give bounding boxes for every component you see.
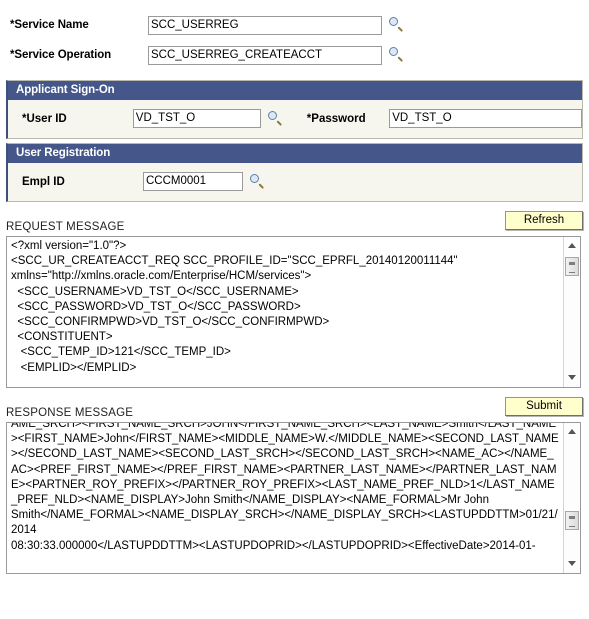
user-registration-panel: User Registration Empl ID	[6, 143, 583, 202]
response-message-scrollbar[interactable]	[563, 423, 580, 573]
user-id-lookup-icon[interactable]	[267, 110, 285, 128]
service-name-label: *Service Name	[10, 19, 89, 31]
response-message-textarea[interactable]: AME_SRCH><FIRST_NAME_SRCH>JOHN</FIRST_NA…	[6, 422, 581, 574]
password-input[interactable]	[389, 109, 582, 128]
top-form: *Service Name *Service Operation	[0, 0, 589, 76]
empl-id-label: Empl ID	[22, 175, 65, 188]
user-id-label: *User ID	[22, 112, 67, 125]
applicant-signon-row: *User ID *Password	[8, 109, 582, 128]
applicant-signon-panel: Applicant Sign-On *User ID *Password	[6, 80, 583, 139]
service-operation-lookup-icon[interactable]	[388, 46, 406, 64]
request-message-scrollbar[interactable]	[563, 237, 580, 387]
password-label: *Password	[306, 112, 366, 125]
empl-id-input[interactable]	[143, 172, 243, 191]
service-operation-input[interactable]	[148, 45, 382, 65]
request-message-text: <?xml version="1.0"?> <SCC_UR_CREATEACCT…	[11, 240, 458, 374]
empl-id-lookup-icon[interactable]	[249, 173, 267, 191]
scroll-up-icon[interactable]	[564, 424, 580, 440]
empl-id-row: Empl ID	[8, 172, 582, 191]
user-registration-header: User Registration	[8, 144, 582, 163]
scrollbar-thumb[interactable]	[565, 511, 579, 530]
request-message-bar: REQUEST MESSAGE Refresh	[6, 202, 583, 236]
scroll-up-icon[interactable]	[564, 238, 580, 254]
service-operation-label: *Service Operation	[10, 49, 112, 61]
response-message-title: RESPONSE MESSAGE	[6, 407, 134, 419]
request-message-block: REQUEST MESSAGE Refresh <?xml version="1…	[6, 202, 583, 388]
service-name-input[interactable]	[148, 15, 382, 35]
user-id-input[interactable]	[132, 109, 261, 128]
refresh-button[interactable]: Refresh	[505, 211, 583, 230]
request-message-textarea[interactable]: <?xml version="1.0"?> <SCC_UR_CREATEACCT…	[6, 236, 581, 388]
response-message-block: RESPONSE MESSAGE Submit AME_SRCH><FIRST_…	[6, 388, 583, 574]
scroll-down-icon[interactable]	[564, 370, 580, 386]
scrollbar-thumb[interactable]	[565, 257, 579, 276]
submit-button[interactable]: Submit	[505, 397, 583, 416]
applicant-signon-body: *User ID *Password	[8, 100, 582, 138]
response-message-text: AME_SRCH><FIRST_NAME_SRCH>JOHN</FIRST_NA…	[11, 422, 559, 552]
response-message-bar: RESPONSE MESSAGE Submit	[6, 388, 583, 422]
request-message-title: REQUEST MESSAGE	[6, 221, 125, 233]
service-name-lookup-icon[interactable]	[388, 16, 406, 34]
user-registration-body: Empl ID	[8, 163, 582, 201]
scroll-down-icon[interactable]	[564, 556, 580, 572]
applicant-signon-header: Applicant Sign-On	[8, 81, 582, 100]
service-operation-row: *Service Operation	[0, 40, 589, 70]
service-name-row: *Service Name	[0, 10, 589, 40]
